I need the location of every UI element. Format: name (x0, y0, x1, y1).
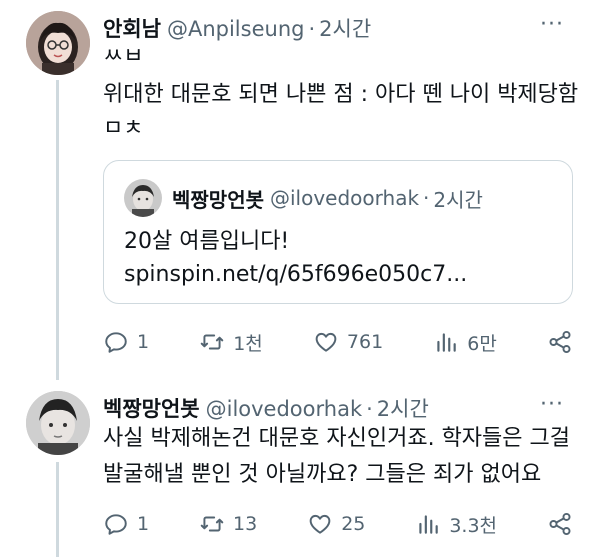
quoted-author-name: 벡짱망언봇 (172, 187, 264, 212)
reply-actions: 1 13 25 3.3천 (103, 504, 573, 544)
like-button[interactable]: 25 (307, 511, 365, 537)
reply-button[interactable]: 1 (103, 329, 149, 355)
separator-dot: · (366, 397, 373, 421)
reply-author-handle[interactable]: @ilovedoorhak (206, 397, 363, 421)
share-icon (549, 512, 571, 536)
reply-timestamp[interactable]: 2시간 (377, 393, 429, 423)
like-count: 761 (346, 331, 384, 353)
tweet-actions: 1 1천 761 6만 (103, 322, 573, 362)
quoted-tweet-card[interactable]: 벡짱망언봇 @ilovedoorhak · 2시간 20살 여름입니다! spi… (103, 160, 573, 304)
reply-icon (105, 514, 127, 535)
reply-text-line: 사실 박제해논건 대문호 자신인거죠. 학자들은 그걸 (103, 426, 571, 451)
retweet-button[interactable]: 13 (199, 511, 257, 537)
retweet-icon (200, 334, 224, 350)
more-options-icon[interactable]: ··· (540, 12, 564, 37)
retweet-button[interactable]: 1천 (199, 329, 263, 356)
thread-line (56, 80, 59, 380)
reply-count: 1 (137, 513, 150, 535)
avatar[interactable] (26, 11, 90, 75)
quoted-link[interactable]: spinspin.net/q/65f696e050c7... (124, 259, 467, 291)
share-button[interactable] (547, 511, 573, 537)
views-button[interactable]: 3.3천 (415, 511, 497, 538)
views-count: 6만 (467, 332, 497, 355)
quoted-avatar (124, 179, 162, 217)
views-count: 3.3천 (449, 514, 498, 537)
reply-avatar[interactable] (26, 391, 90, 455)
separator-dot: · (423, 186, 430, 210)
views-button[interactable]: 6만 (433, 329, 497, 356)
like-button[interactable]: 761 (313, 329, 383, 355)
separator-dot: · (308, 17, 316, 41)
tweet-text-line: ㅁㅊ (103, 116, 144, 141)
more-options-icon[interactable]: ··· (540, 392, 564, 417)
thread-line (56, 462, 59, 557)
like-icon (315, 332, 337, 352)
views-icon (437, 333, 457, 352)
views-icon (419, 515, 439, 534)
retweet-count: 1천 (233, 332, 263, 355)
author-handle[interactable]: @Anpilseung (167, 17, 304, 41)
tweet-text-line: ㅆㅂ (103, 44, 144, 69)
reply-icon (105, 332, 127, 353)
quoted-tweet-header: 벡짱망언봇 @ilovedoorhak · 2시간 (124, 179, 483, 217)
share-icon (549, 330, 571, 354)
quoted-text-line: 20살 여름입니다! (124, 229, 290, 254)
reply-author-name[interactable]: 벡짱망언봇 (103, 393, 200, 423)
quoted-timestamp: 2시간 (433, 187, 483, 212)
author-name[interactable]: 안회남 (103, 13, 161, 43)
share-button[interactable] (547, 329, 573, 355)
reply-text-line: 발굴해낼 뿐인 것 아닐까요? 그들은 죄가 없어요 (103, 462, 542, 487)
like-icon (309, 514, 331, 534)
tweet-text-line: 위대한 대문호 되면 나쁜 점 : 아다 뗀 나이 박제당함 (103, 82, 579, 107)
retweet-count: 13 (233, 513, 258, 535)
like-count: 25 (341, 513, 366, 535)
quoted-author-handle: @ilovedoorhak (270, 186, 420, 210)
reply-count: 1 (137, 331, 150, 353)
timestamp[interactable]: 2시간 (319, 13, 371, 43)
tweet-header: 안회남 @Anpilseung · 2시간 (103, 13, 371, 43)
reply-header: 벡짱망언봇 @ilovedoorhak · 2시간 (103, 393, 429, 423)
reply-button[interactable]: 1 (103, 511, 149, 537)
retweet-icon (200, 516, 224, 532)
